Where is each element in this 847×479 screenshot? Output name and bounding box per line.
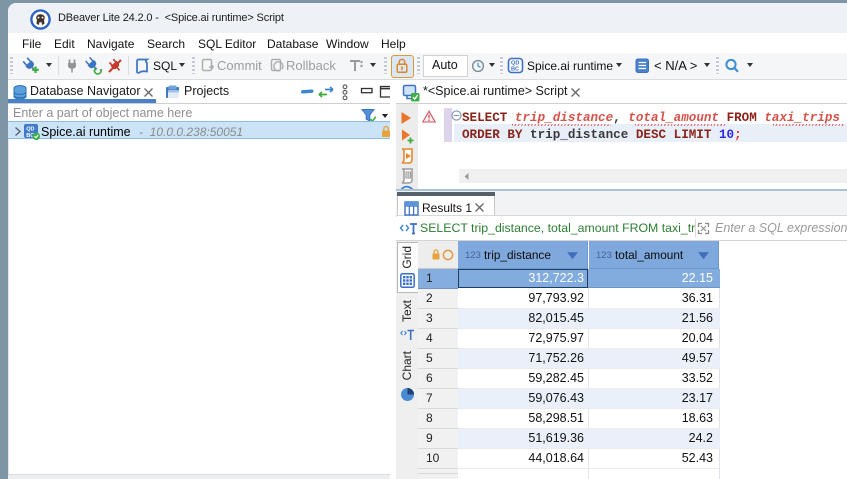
svg-text:QD: QD <box>26 127 34 133</box>
svg-text:BC: BC <box>511 67 519 73</box>
